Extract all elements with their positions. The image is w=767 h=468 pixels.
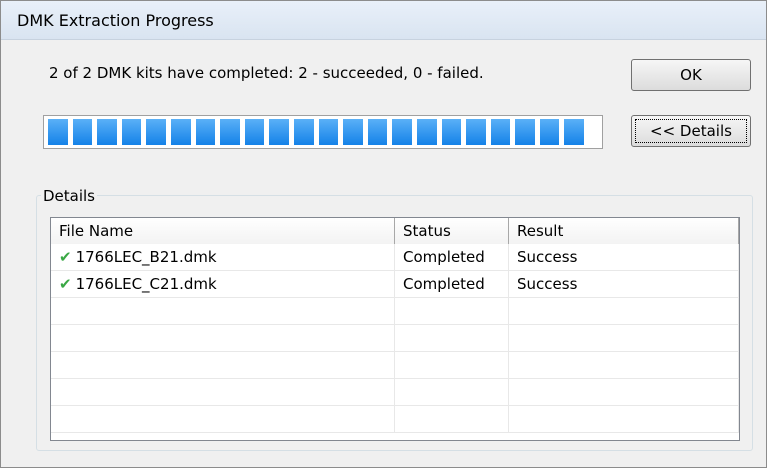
progress-segment (293, 119, 314, 145)
file-name: 1766LEC_C21.dmk (75, 275, 217, 293)
progress-segment (146, 119, 166, 145)
check-icon: ✔ (59, 275, 72, 293)
progress-segment (539, 119, 560, 145)
progress-segment (195, 119, 216, 145)
empty-cell (509, 352, 739, 378)
progress-segment (318, 119, 339, 145)
empty-cell (395, 325, 509, 351)
column-header-file-name[interactable]: File Name (51, 218, 395, 244)
details-toggle-button[interactable]: << Details (631, 115, 751, 147)
progress-segment (269, 119, 289, 145)
empty-cell (395, 298, 509, 324)
column-header-status[interactable]: Status (395, 218, 509, 244)
progress-segment (244, 119, 265, 145)
progress-segment (441, 119, 462, 145)
empty-table-row (51, 379, 739, 406)
result-cell: Success (509, 244, 739, 270)
table-row[interactable]: ✔ 1766LEC_B21.dmk Completed Success (51, 244, 739, 271)
window-title: DMK Extraction Progress (17, 11, 214, 30)
progress-segment (490, 119, 511, 145)
table-row[interactable]: ✔ 1766LEC_C21.dmk Completed Success (51, 271, 739, 298)
empty-rows (51, 298, 739, 433)
file-name-cell: ✔ 1766LEC_B21.dmk (51, 244, 395, 270)
progress-segment (48, 119, 68, 145)
progress-segment (564, 119, 585, 145)
empty-cell (51, 325, 395, 351)
progress-segment (220, 119, 240, 145)
status-cell: Completed (395, 271, 509, 297)
empty-table-row (51, 352, 739, 379)
empty-cell (51, 406, 395, 432)
ok-button-label: OK (680, 66, 702, 84)
empty-cell (509, 325, 739, 351)
empty-cell (395, 352, 509, 378)
progress-segment (367, 119, 388, 145)
title-bar[interactable]: DMK Extraction Progress (1, 1, 766, 40)
empty-cell (51, 298, 395, 324)
status-cell: Completed (395, 244, 509, 270)
empty-cell (509, 406, 739, 432)
empty-cell (395, 379, 509, 405)
progress-segment (515, 119, 535, 145)
empty-cell (395, 406, 509, 432)
list-header: File Name Status Result (51, 218, 739, 244)
empty-cell (51, 379, 395, 405)
file-name: 1766LEC_B21.dmk (75, 248, 217, 266)
file-name-cell: ✔ 1766LEC_C21.dmk (51, 271, 395, 297)
progress-bar (43, 115, 603, 149)
progress-segment (416, 119, 437, 145)
details-group-label: Details (41, 187, 98, 205)
empty-table-row (51, 406, 739, 433)
progress-segment (121, 119, 142, 145)
empty-cell (509, 379, 739, 405)
empty-cell (509, 298, 739, 324)
progress-fill (48, 119, 598, 145)
progress-segment (97, 119, 117, 145)
empty-cell (51, 352, 395, 378)
progress-segment (466, 119, 486, 145)
summary-text: 2 of 2 DMK kits have completed: 2 - succ… (49, 64, 484, 82)
progress-segment (343, 119, 363, 145)
details-button-label: << Details (650, 122, 732, 140)
column-header-result[interactable]: Result (509, 218, 739, 244)
progress-segment (170, 119, 191, 145)
check-icon: ✔ (59, 248, 72, 266)
empty-table-row (51, 298, 739, 325)
details-list-view[interactable]: File Name Status Result ✔ 1766LEC_B21.dmk… (50, 217, 740, 441)
ok-button[interactable]: OK (631, 59, 751, 91)
empty-table-row (51, 325, 739, 352)
dialog-window: DMK Extraction Progress 2 of 2 DMK kits … (0, 0, 767, 468)
progress-segment (72, 119, 93, 145)
progress-segment (392, 119, 412, 145)
result-cell: Success (509, 271, 739, 297)
